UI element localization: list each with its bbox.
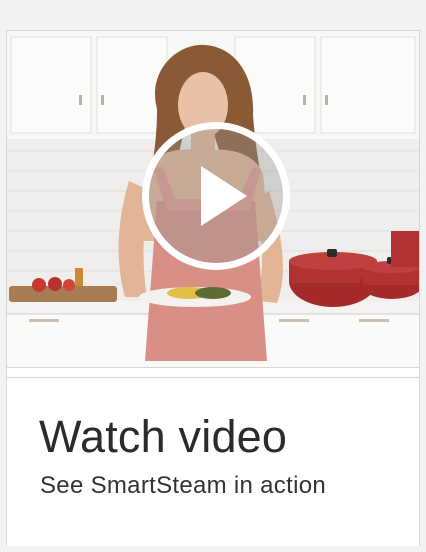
- play-button[interactable]: [142, 122, 290, 270]
- video-card[interactable]: Watch video See SmartSteam in action: [6, 30, 420, 546]
- video-title[interactable]: Watch video: [39, 414, 287, 459]
- video-thumbnail[interactable]: [7, 31, 419, 368]
- play-icon: [201, 166, 247, 226]
- video-caption[interactable]: Watch video See SmartSteam in action: [7, 377, 419, 546]
- video-subtitle: See SmartSteam in action: [40, 472, 327, 499]
